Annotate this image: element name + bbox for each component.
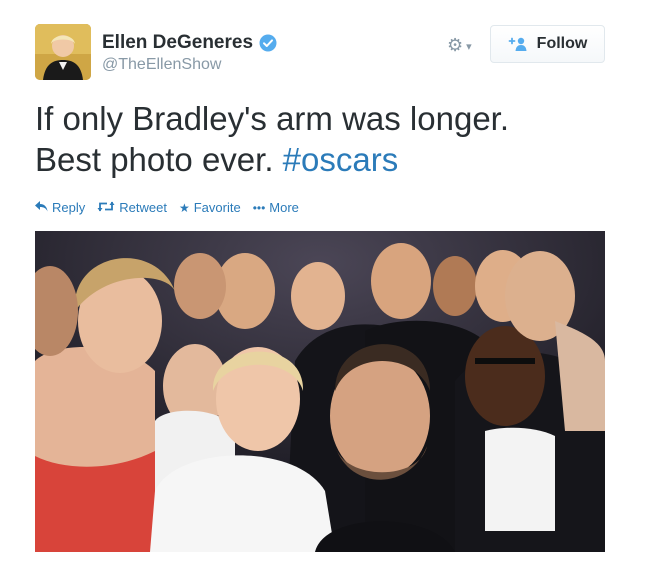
retweet-action[interactable]: Retweet (97, 200, 167, 215)
favorite-label: Favorite (193, 200, 241, 215)
settings-menu[interactable]: ⚙ ▾ (447, 34, 472, 56)
retweet-icon (97, 201, 115, 214)
add-user-icon (508, 37, 528, 51)
more-action[interactable]: ••• More (253, 200, 299, 215)
verified-badge-icon (259, 34, 277, 52)
gear-icon: ⚙ (447, 34, 464, 55)
selfie-photo-image (35, 231, 605, 552)
follow-button[interactable]: Follow (490, 25, 605, 63)
chevron-down-icon: ▾ (466, 40, 472, 53)
reply-icon (35, 201, 48, 214)
more-icon: ••• (252, 200, 266, 215)
star-icon: ★ (178, 200, 190, 215)
retweet-label: Retweet (119, 200, 167, 215)
tweet-text: If only Bradley's arm was longer. Best p… (35, 98, 635, 180)
hashtag-link[interactable]: #oscars (283, 141, 399, 178)
name-row: Ellen DeGeneres (102, 31, 277, 55)
reply-action[interactable]: Reply (35, 200, 85, 215)
tweet-actions: Reply Retweet ★ Favorite ••• More (35, 200, 299, 215)
more-label: More (269, 200, 299, 215)
tweet: Ellen DeGeneres @TheEllenShow ⚙ ▾ Follow… (0, 0, 650, 573)
user-handle[interactable]: @TheEllenShow (102, 56, 221, 74)
tweet-photo[interactable] (35, 231, 605, 552)
favorite-action[interactable]: ★ Favorite (179, 200, 241, 215)
reply-label: Reply (52, 200, 86, 215)
follow-button-label: Follow (536, 35, 588, 52)
tweet-text-line-2: Best photo ever. #oscars (35, 139, 635, 180)
avatar[interactable] (35, 24, 91, 80)
tweet-text-line-1: If only Bradley's arm was longer. (35, 100, 510, 137)
tweet-text-line-2-prefix: Best photo ever. (35, 141, 283, 178)
user-fullname[interactable]: Ellen DeGeneres (102, 32, 253, 54)
